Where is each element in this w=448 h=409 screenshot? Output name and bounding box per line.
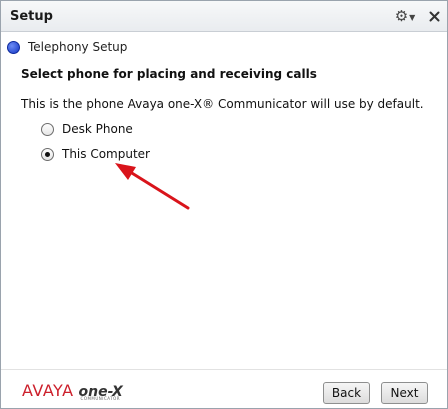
close-button[interactable] [425, 7, 443, 25]
logo-brand: AVAYA [22, 381, 74, 400]
back-button[interactable]: Back [323, 382, 370, 404]
logo-subtitle: COMMUNICATOR [80, 396, 121, 401]
title-bar: Setup ⚙ ▼ [1, 1, 447, 32]
step-dot-icon [7, 40, 20, 54]
step-label: Telephony Setup [28, 40, 128, 54]
next-button[interactable]: Next [381, 382, 428, 404]
radio-button-this-computer[interactable] [41, 147, 54, 161]
avaya-onex-logo: AVAYA one-X COMMUNICATOR [22, 381, 123, 401]
radio-button-desk-phone[interactable] [41, 122, 54, 136]
step-indicator: Telephony Setup [7, 39, 127, 55]
page-heading: Select phone for placing and receiving c… [21, 67, 317, 81]
radio-option-desk-phone[interactable]: Desk Phone [41, 121, 133, 137]
page-description: This is the phone Avaya one-X® Communica… [21, 97, 424, 111]
radio-selected-dot [45, 151, 50, 157]
close-icon [429, 11, 439, 21]
radio-label-desk-phone[interactable]: Desk Phone [62, 122, 133, 136]
chevron-down-icon: ▼ [409, 12, 416, 22]
window-title: Setup [10, 9, 53, 24]
settings-menu-button[interactable]: ⚙ ▼ [394, 7, 416, 25]
footer-divider [1, 369, 447, 370]
radio-label-this-computer[interactable]: This Computer [62, 147, 150, 161]
radio-option-this-computer[interactable]: This Computer [41, 146, 150, 162]
gear-icon: ⚙ [394, 7, 409, 25]
setup-window: Setup ⚙ ▼ Telephony Setup Select phone fo… [0, 0, 448, 409]
